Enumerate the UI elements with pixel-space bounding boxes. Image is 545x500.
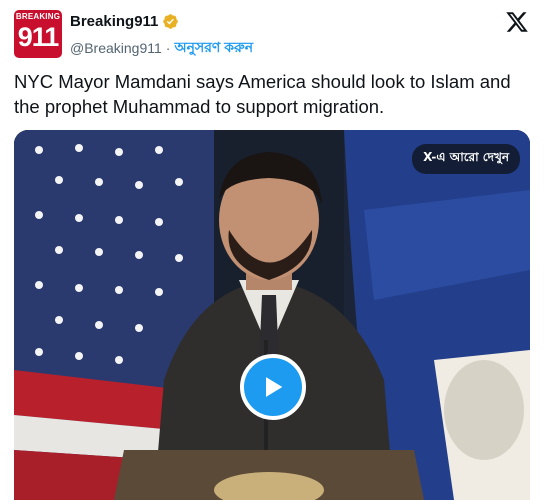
display-name[interactable]: Breaking911 — [70, 13, 158, 30]
tweet-embed-card: BREAKING 911 Breaking911 @Breaking911 · … — [0, 0, 545, 500]
see-more-on-x-button[interactable]: X-এ আরো দেখুন — [412, 144, 520, 174]
avatar-label-number: 911 — [17, 22, 60, 52]
x-logo-icon[interactable] — [505, 10, 529, 34]
author-name-row: Breaking911 — [70, 13, 179, 30]
follow-button[interactable]: অনুসরণ করুন — [174, 36, 253, 60]
avatar-label-top: BREAKING — [15, 12, 61, 21]
avatar[interactable]: BREAKING 911 — [14, 10, 62, 58]
tweet-text: NYC Mayor Mamdani says America should lo… — [14, 71, 511, 117]
video-thumbnail — [14, 130, 530, 500]
author-handle-row: @Breaking911 · অনুসরণ করুন — [70, 36, 253, 60]
play-button[interactable] — [240, 354, 306, 420]
verified-badge-icon — [163, 14, 179, 29]
handle[interactable]: @Breaking911 — [70, 40, 162, 56]
separator-dot: · — [165, 40, 171, 56]
video-player[interactable]: X-এ আরো দেখুন — [14, 130, 530, 500]
play-icon — [266, 377, 283, 397]
